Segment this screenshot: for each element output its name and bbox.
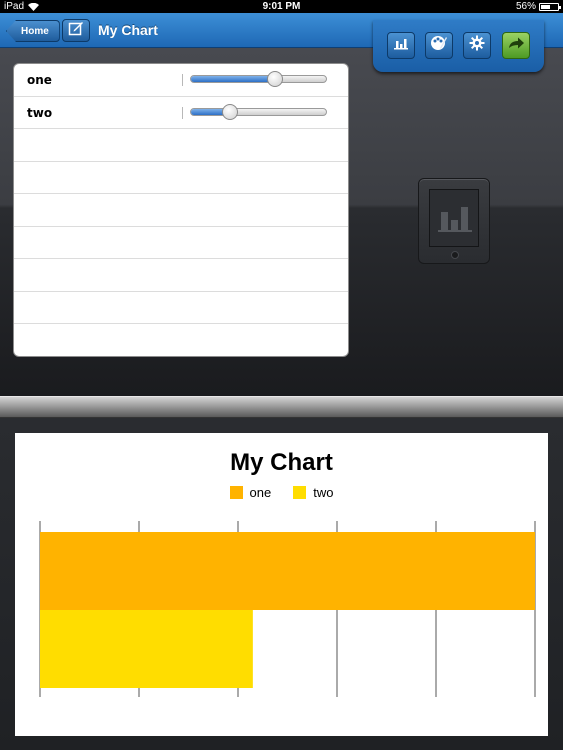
legend-item: one [229, 485, 272, 500]
series-row: one [14, 64, 348, 97]
series-row: two [14, 97, 348, 129]
legend-label: two [313, 485, 334, 500]
empty-row [14, 129, 348, 162]
style-button[interactable] [425, 32, 453, 59]
empty-row [14, 292, 348, 324]
battery-icon [539, 2, 561, 11]
empty-row [14, 324, 348, 356]
status-bar: iPad 9:01 PM 56% [0, 0, 563, 13]
empty-row [14, 194, 348, 227]
edit-button[interactable] [62, 19, 90, 42]
bar-one [40, 532, 535, 610]
status-time: 9:01 PM [262, 1, 301, 12]
legend-item: two [293, 485, 333, 500]
slider-fill [191, 76, 275, 82]
split-divider[interactable] [0, 396, 563, 418]
empty-row [14, 162, 348, 194]
row-divider [182, 106, 183, 119]
page-title: My Chart [98, 22, 158, 38]
chart-legend: one two [15, 485, 548, 500]
empty-row [14, 259, 348, 292]
home-button[interactable]: Home [6, 20, 60, 42]
share-arrow-icon [507, 36, 525, 55]
device-screen [429, 189, 479, 247]
series-label: two [27, 105, 53, 120]
series-slider[interactable] [190, 71, 327, 87]
row-divider [182, 74, 183, 86]
empty-row [14, 227, 348, 259]
battery-percent: 56% [515, 1, 536, 12]
chart-plot [39, 521, 536, 697]
share-button[interactable] [502, 32, 530, 59]
bar-chart-icon [430, 190, 478, 248]
wifi-icon [28, 2, 40, 11]
bar-two [40, 610, 253, 688]
slider-knob[interactable] [222, 103, 239, 120]
palette-icon [430, 34, 448, 57]
chart-panel: My Chart one two [15, 433, 548, 736]
device-preview-button[interactable] [418, 178, 490, 264]
chart-title: My Chart [230, 449, 333, 476]
chart-type-button[interactable] [387, 32, 415, 59]
slider-knob[interactable] [266, 71, 283, 87]
series-slider[interactable] [190, 103, 327, 120]
legend-swatch [229, 486, 243, 499]
gear-icon [469, 35, 485, 56]
toolbar [373, 20, 544, 72]
settings-button[interactable] [463, 32, 491, 59]
series-label: one [27, 73, 52, 87]
bar-chart-icon [393, 36, 409, 55]
data-panel: one two [13, 63, 349, 357]
legend-swatch [293, 486, 307, 499]
edit-icon [68, 20, 84, 41]
device-home-button-icon [451, 251, 459, 259]
device-name: iPad [4, 1, 25, 12]
legend-label: one [249, 485, 272, 500]
